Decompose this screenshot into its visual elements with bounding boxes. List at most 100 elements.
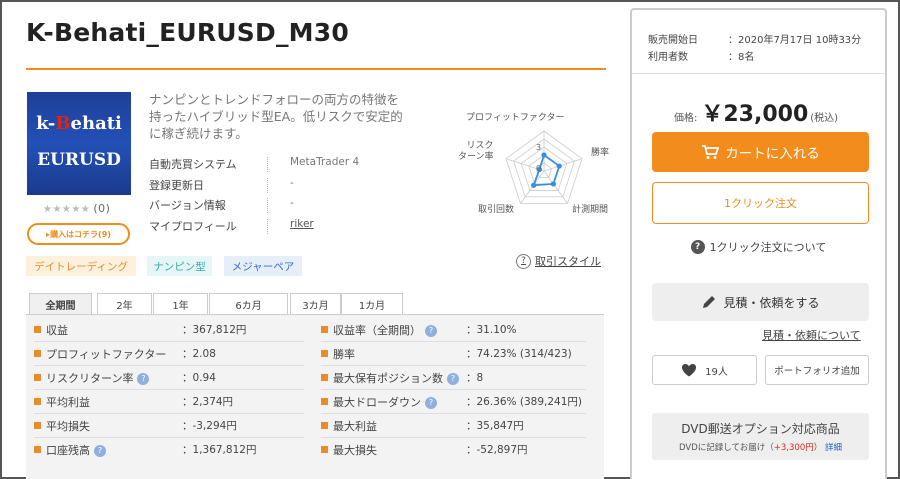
- buyers-button[interactable]: ▸購入はコチラ(9): [27, 223, 130, 245]
- favorite-button[interactable]: 19人: [652, 355, 757, 385]
- quote-request-button[interactable]: 見積・依頼をする: [652, 283, 869, 321]
- radar-point: [556, 163, 562, 169]
- stat-value: ：367,812円: [182, 324, 247, 336]
- stats-panel: 収益 ：367,812円 プロフィットファクター ：2.08 リスクリターン率? ：0.9…: [26, 314, 604, 479]
- tab-3-months[interactable]: 3カ月: [290, 293, 341, 315]
- stat-label: 収益率（全期間）?: [333, 322, 437, 338]
- product-image-line1: k-Behati: [36, 113, 122, 134]
- radar-scale-zero: 0: [536, 164, 542, 173]
- info-label: マイプロフィール: [149, 219, 237, 233]
- about-quote-link[interactable]: 見積・依頼について: [762, 327, 861, 343]
- tag-major-pair[interactable]: メジャーペア: [224, 256, 302, 276]
- release-value: ：2020年7月17日 10時33分: [728, 35, 862, 46]
- stat-value: ：-52,897円: [466, 444, 528, 456]
- price-tax: (税込): [810, 113, 839, 124]
- radar-scale-top: 3: [536, 143, 542, 152]
- help-icon[interactable]: ?: [137, 372, 150, 385]
- stat-bullet: [34, 446, 41, 453]
- stat-divider: [321, 365, 586, 366]
- profile-link[interactable]: riker: [290, 218, 314, 230]
- radar-label-win-rate: 勝率: [591, 148, 610, 158]
- product-image-line2: EURUSD: [37, 150, 121, 170]
- title-underline: [26, 68, 606, 70]
- stat-label: 平均損失: [46, 420, 90, 433]
- stat-bullet: [34, 326, 41, 333]
- about-one-click-link[interactable]: ? 1クリック注文について: [632, 239, 885, 255]
- trade-style-link[interactable]: ? 取引スタイル: [516, 253, 601, 269]
- stat-value: ：35,847円: [466, 420, 524, 432]
- stat-divider: [34, 341, 304, 342]
- help-icon[interactable]: ?: [94, 444, 106, 457]
- stat-divider: [321, 341, 586, 342]
- info-label: 自動売買システム: [149, 158, 237, 171]
- stat-value: ：-3,294円: [182, 420, 237, 432]
- tab-2-years[interactable]: 2年: [97, 293, 152, 315]
- tab-1-month[interactable]: 1カ月: [341, 293, 403, 315]
- stat-bullet: [34, 422, 41, 429]
- heart-icon: [682, 364, 697, 377]
- info-label: バージョン情報: [149, 199, 226, 212]
- price-value: ￥23,000: [701, 102, 809, 127]
- stat-bullet: [34, 374, 41, 381]
- stat-label: 収益: [46, 324, 68, 337]
- about-one-click-label: 1クリック注文について: [709, 241, 827, 254]
- stat-divider: [321, 413, 586, 414]
- tab-6-months[interactable]: 6カ月: [209, 293, 288, 315]
- pencil-icon: [703, 296, 716, 308]
- info-value: -: [290, 176, 294, 189]
- stat-bullet: [321, 422, 328, 429]
- one-click-order-button[interactable]: 1クリック注文: [652, 182, 869, 224]
- review-count: (0): [93, 202, 111, 215]
- dvd-option-banner[interactable]: DVD郵送オプション対応商品 DVDに記録してお届け（+3,300円） 詳細: [652, 413, 869, 460]
- product-description: ナンピンとトレンドフォローの両方の特徴を持ったハイブリッド型EA。低リスクで安定…: [149, 92, 403, 141]
- stat-divider: [34, 413, 304, 414]
- radar-label-profit-factor: プロフィットファクター: [466, 113, 565, 123]
- trade-style-label: 取引スタイル: [535, 255, 601, 268]
- radar-point: [550, 181, 557, 187]
- radar-chart: プロフィットファクター 勝率 計測期間 取引回数 リスク ターン率 3 0: [434, 108, 609, 223]
- product-image[interactable]: k-Behati EURUSD: [27, 92, 131, 195]
- stat-value: ：2,374円: [182, 396, 234, 408]
- stat-value: ：2.08: [182, 348, 216, 360]
- radar-label-trades: 取引回数: [478, 205, 515, 215]
- stat-divider: [34, 437, 304, 438]
- sale-info: 販売開始日 ：2020年7月17日 10時33分 利用者数 ：8名: [648, 31, 861, 65]
- help-icon[interactable]: ?: [447, 372, 459, 385]
- tab-1-year[interactable]: 1年: [153, 293, 208, 315]
- stat-value: ：26.36% (389,241円): [466, 396, 582, 408]
- tag-daytrade[interactable]: デイトレーディング: [26, 256, 136, 276]
- sidebar-divider: [632, 73, 885, 74]
- stat-value: ：31.10%: [466, 324, 517, 336]
- tab-all-period[interactable]: 全期間: [29, 293, 92, 315]
- page-title: K-Behati_EURUSD_M30: [26, 18, 349, 47]
- stat-label: 最大ドローダウン?: [333, 394, 437, 410]
- radar-point: [531, 182, 537, 188]
- tag-nanpin[interactable]: ナンピン型: [147, 256, 212, 276]
- stat-bullet: [34, 350, 41, 357]
- dvd-detail-link[interactable]: 詳細: [825, 443, 842, 453]
- dvd-subtext: DVDに記録してお届け（+3,300円） 詳細: [679, 443, 842, 453]
- info-value: MetaTrader 4: [290, 156, 360, 168]
- stat-divider: [321, 389, 586, 390]
- favorite-count: 19人: [705, 366, 728, 378]
- stat-value: ：0.94: [182, 372, 216, 384]
- stat-value: ：1,367,812円: [182, 444, 257, 456]
- stat-label: 平均利益: [46, 396, 90, 409]
- add-to-cart-button[interactable]: カートに入れる: [652, 132, 869, 172]
- stat-divider: [34, 389, 304, 390]
- radar-label-period: 計測期間: [572, 205, 609, 215]
- users-value: ：8名: [728, 52, 755, 63]
- stat-label: プロフィットファクター: [46, 348, 167, 361]
- help-icon[interactable]: ?: [425, 396, 437, 409]
- quote-request-label: 見積・依頼をする: [723, 295, 820, 310]
- add-portfolio-button[interactable]: ポートフォリオ追加: [765, 355, 869, 385]
- radar-point: [541, 152, 547, 158]
- cart-icon: [702, 145, 720, 159]
- question-icon: ?: [690, 240, 705, 254]
- stat-bullet: [321, 374, 328, 381]
- stat-bullet: [321, 326, 328, 333]
- help-icon[interactable]: ?: [425, 324, 437, 337]
- add-to-cart-label: カートに入れる: [725, 146, 820, 162]
- release-label: 販売開始日: [648, 35, 698, 46]
- purchase-sidebar: 販売開始日 ：2020年7月17日 10時33分 利用者数 ：8名 価格: ￥23,0…: [630, 8, 887, 479]
